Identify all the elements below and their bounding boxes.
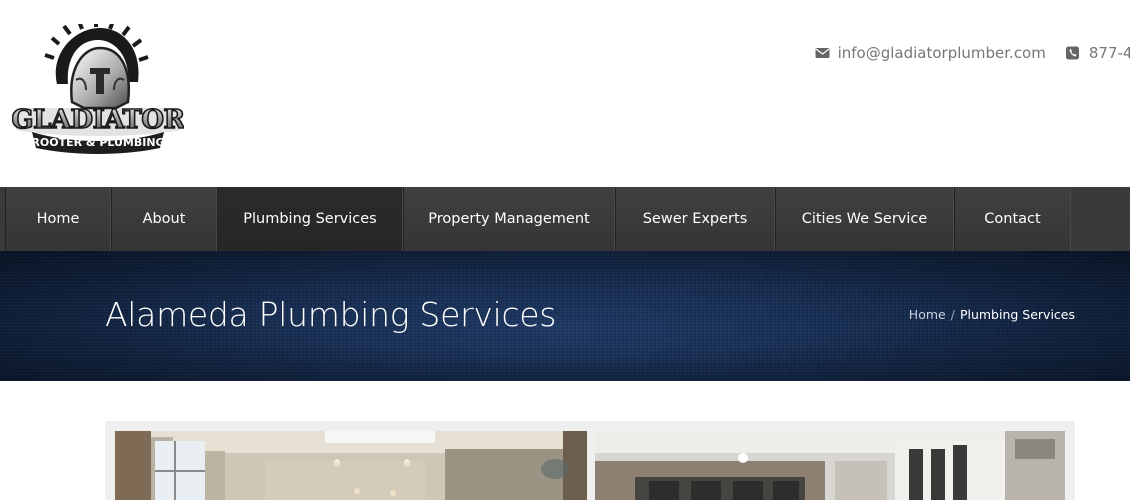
nav-item-label: Plumbing Services bbox=[243, 211, 377, 227]
main-nav: Home About Plumbing Services Property Ma… bbox=[0, 187, 1130, 251]
gladiator-logo[interactable]: GLADIATOR ROOTER & PLUMBING bbox=[11, 19, 187, 156]
nav-item-plumbing-services[interactable]: Plumbing Services bbox=[217, 187, 403, 251]
nav-item-property-management[interactable]: Property Management bbox=[403, 187, 615, 251]
nav-item-label: Cities We Service bbox=[801, 211, 928, 227]
contact-info: info@gladiatorplumber.com 877-47 bbox=[815, 43, 1130, 63]
image-gallery bbox=[105, 421, 1075, 500]
nav-item-about[interactable]: About bbox=[111, 187, 217, 251]
page-title-banner: Alameda Plumbing Services Home / Plumbing … bbox=[0, 251, 1130, 381]
nav-item-label: Contact bbox=[984, 211, 1041, 227]
breadcrumb-current: Plumbing Services bbox=[959, 307, 1075, 322]
page-title: Alameda Plumbing Services bbox=[105, 295, 557, 334]
nav-item-home[interactable]: Home bbox=[5, 187, 111, 251]
bathroom-photo-left[interactable] bbox=[115, 431, 587, 500]
svg-text:ROOTER & PLUMBING: ROOTER & PLUMBING bbox=[31, 136, 164, 149]
nav-item-label: About bbox=[142, 211, 186, 227]
nav-item-label: Home bbox=[36, 211, 80, 227]
bathroom-photo-right[interactable] bbox=[595, 431, 1065, 500]
nav-item-cities-we-service[interactable]: Cities We Service bbox=[775, 187, 954, 251]
breadcrumb: Home / Plumbing Services bbox=[909, 307, 1075, 322]
nav-item-label: Sewer Experts bbox=[642, 211, 748, 227]
nav-item-contact[interactable]: Contact bbox=[954, 187, 1071, 251]
site-header: GLADIATOR ROOTER & PLUMBING info@gladiat… bbox=[0, 0, 1130, 187]
email-link[interactable]: info@gladiatorplumber.com bbox=[838, 44, 1046, 62]
phone-link[interactable]: 877-47 bbox=[1089, 44, 1130, 62]
breadcrumb-home-link[interactable]: Home bbox=[909, 307, 946, 322]
phone-contact[interactable]: 877-47 bbox=[1065, 44, 1130, 62]
envelope-icon bbox=[815, 46, 830, 60]
breadcrumb-separator: / bbox=[950, 307, 955, 322]
svg-text:GLADIATOR: GLADIATOR bbox=[12, 105, 184, 135]
nav-item-label: Property Management bbox=[428, 211, 590, 227]
email-contact[interactable]: info@gladiatorplumber.com bbox=[815, 44, 1046, 62]
nav-item-sewer-experts[interactable]: Sewer Experts bbox=[615, 187, 775, 251]
phone-icon bbox=[1065, 46, 1081, 60]
